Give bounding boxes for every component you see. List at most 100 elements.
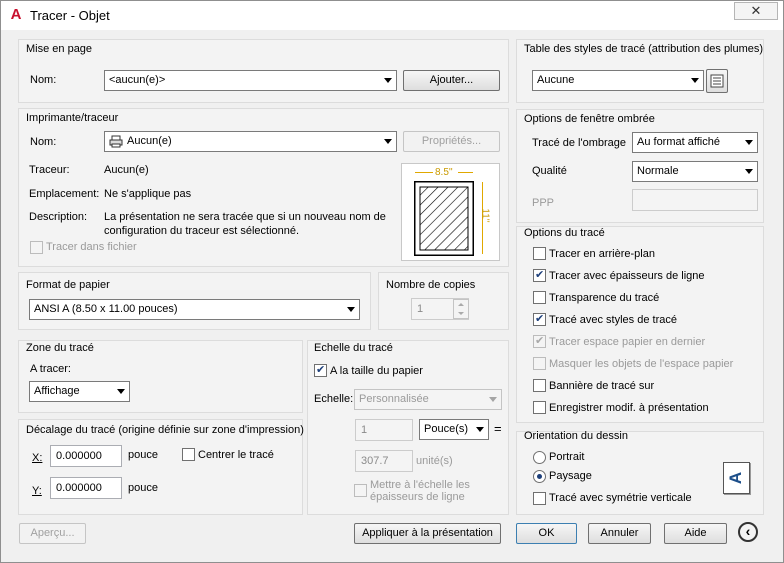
orientation-label: Orientation du dessin [524, 430, 628, 442]
page-setup-name-value: <aucun(e)> [109, 74, 166, 86]
description-line-2: configuration du traceur est sélectionné… [104, 225, 300, 237]
chevron-down-icon [117, 389, 125, 394]
scale-unit-2-label: unité(s) [416, 455, 453, 467]
plot-option-checkbox[interactable] [533, 291, 546, 304]
plot-area-label: Zone du tracé [26, 342, 94, 354]
preview-height-label: 11'' [479, 208, 491, 223]
add-page-setup-button[interactable]: Ajouter... [403, 70, 500, 91]
plot-style-table-select[interactable]: Aucune [532, 70, 704, 91]
plot-option-label: Transparence du tracé [549, 292, 660, 304]
preview-width-dimension [458, 172, 473, 173]
quality-select[interactable]: Normale [632, 161, 758, 182]
equals-sign: = [494, 421, 502, 436]
paper-hatch-icon [414, 181, 474, 256]
what-to-plot-label: A tracer: [30, 363, 71, 375]
plot-option-checkbox[interactable] [533, 357, 546, 370]
edit-style-table-button[interactable] [706, 69, 728, 93]
center-plot-label: Centrer le tracé [198, 449, 274, 461]
scale-lineweights-line-1: Mettre à l'échelle les [370, 479, 470, 491]
upside-down-checkbox[interactable] [533, 492, 546, 505]
plot-option-checkbox[interactable] [533, 312, 546, 326]
chevron-down-icon [691, 78, 699, 83]
landscape-orientation-icon: A [723, 462, 750, 494]
chevron-down-icon [384, 139, 392, 144]
printer-name-value: Aucun(e) [127, 135, 172, 147]
scale-unit-value: Pouce(s) [424, 423, 469, 435]
offset-x-label: X: [32, 452, 43, 464]
plot-option-checkbox[interactable] [533, 268, 546, 282]
shade-plot-value: Au format affiché [637, 136, 720, 148]
plot-option-checkbox[interactable] [533, 401, 546, 414]
center-plot-checkbox[interactable] [182, 448, 195, 461]
paper-preview: 8.5'' 11'' [401, 163, 500, 261]
scale-select[interactable]: Personnalisée [354, 389, 502, 410]
plot-to-file-checkbox[interactable] [30, 241, 43, 254]
plot-options-label: Options du tracé [524, 227, 605, 239]
offset-y-label: Y: [32, 485, 42, 497]
spin-down-icon [458, 312, 464, 315]
plot-to-file-label: Tracer dans fichier [46, 241, 137, 253]
landscape-radio[interactable] [533, 470, 546, 483]
landscape-label: Paysage [549, 470, 592, 482]
description-line-1: La présentation ne sera tracée que si un… [104, 211, 386, 223]
shaded-viewport-label: Options de fenêtre ombrée [524, 113, 655, 125]
chevron-down-icon [476, 427, 484, 432]
scale-label: Echelle: [314, 393, 354, 405]
upside-down-label: Tracé avec symétrie verticale [549, 492, 692, 504]
scale-lineweights-line-2: épaisseurs de ligne [370, 491, 465, 503]
what-to-plot-select[interactable]: Affichage [29, 381, 130, 402]
plot-option-label: Enregistrer modif. à présentation [549, 402, 709, 414]
offset-y-unit: pouce [128, 482, 158, 494]
plot-option-label: Tracer avec épaisseurs de ligne [549, 270, 705, 282]
chevron-down-icon [745, 140, 753, 145]
chevron-down-icon [489, 397, 497, 402]
paper-size-select[interactable]: ANSI A (8.50 x 11.00 pouces) [29, 299, 360, 320]
scale-value-2-input[interactable]: 307.7 [355, 450, 413, 472]
dpi-input[interactable] [632, 189, 758, 211]
offset-x-input[interactable]: 0.000000 [50, 445, 122, 467]
plot-option-checkbox[interactable] [533, 379, 546, 392]
plot-option-label: Bannière de tracé sur [549, 380, 655, 392]
title-bar: A Tracer - Objet ✕ [1, 1, 783, 30]
plot-option-label: Tracer espace papier en dernier [549, 336, 706, 348]
preview-width-label: 8.5'' [435, 167, 453, 178]
apply-to-layout-button[interactable]: Appliquer à la présentation [354, 523, 501, 544]
close-button[interactable]: ✕ [734, 2, 778, 20]
what-to-plot-value: Affichage [34, 385, 80, 397]
plotter-value: Aucun(e) [104, 164, 149, 176]
fit-to-paper-checkbox[interactable] [314, 363, 327, 377]
chevron-down-icon [384, 78, 392, 83]
ok-button[interactable]: OK [516, 523, 577, 544]
page-setup-name-select[interactable]: <aucun(e)> [104, 70, 397, 91]
properties-button[interactable]: Propriétés... [403, 131, 500, 152]
plot-option-checkbox[interactable] [533, 247, 546, 260]
description-label: Description: [29, 211, 88, 223]
paper-size-value: ANSI A (8.50 x 11.00 pouces) [34, 303, 178, 315]
printer-label: Imprimante/traceur [26, 112, 119, 124]
paper-size-label: Format de papier [26, 279, 110, 291]
collapse-options-button[interactable]: ‹ [738, 522, 758, 542]
portrait-radio[interactable] [533, 451, 546, 464]
scale-lineweights-checkbox[interactable] [354, 484, 367, 497]
location-label: Emplacement: [29, 188, 100, 200]
chevron-down-icon [745, 169, 753, 174]
plot-option-checkbox[interactable] [533, 334, 546, 348]
offset-y-input[interactable]: 0.000000 [50, 477, 122, 499]
cancel-button[interactable]: Annuler [588, 523, 651, 544]
fit-to-paper-label: A la taille du papier [330, 365, 423, 377]
plot-scale-label: Echelle du tracé [314, 342, 393, 354]
scale-unit-select[interactable]: Pouce(s) [419, 419, 489, 440]
plot-option-label: Tracer en arrière-plan [549, 248, 655, 260]
help-button[interactable]: Aide [664, 523, 727, 544]
printer-name-select[interactable]: Aucun(e) [104, 131, 397, 152]
copies-spinner[interactable] [453, 299, 469, 319]
scale-value-1-input[interactable]: 1 [355, 419, 413, 441]
offset-x-unit: pouce [128, 449, 158, 461]
shade-plot-select[interactable]: Au format affiché [632, 132, 758, 153]
copies-label: Nombre de copies [386, 279, 476, 291]
plotter-label: Traceur: [29, 164, 70, 176]
window-title: Tracer - Objet [30, 8, 110, 23]
printer-name-label: Nom: [30, 136, 57, 148]
chevron-left-icon: ‹ [745, 523, 751, 539]
preview-button[interactable]: Aperçu... [19, 523, 86, 544]
